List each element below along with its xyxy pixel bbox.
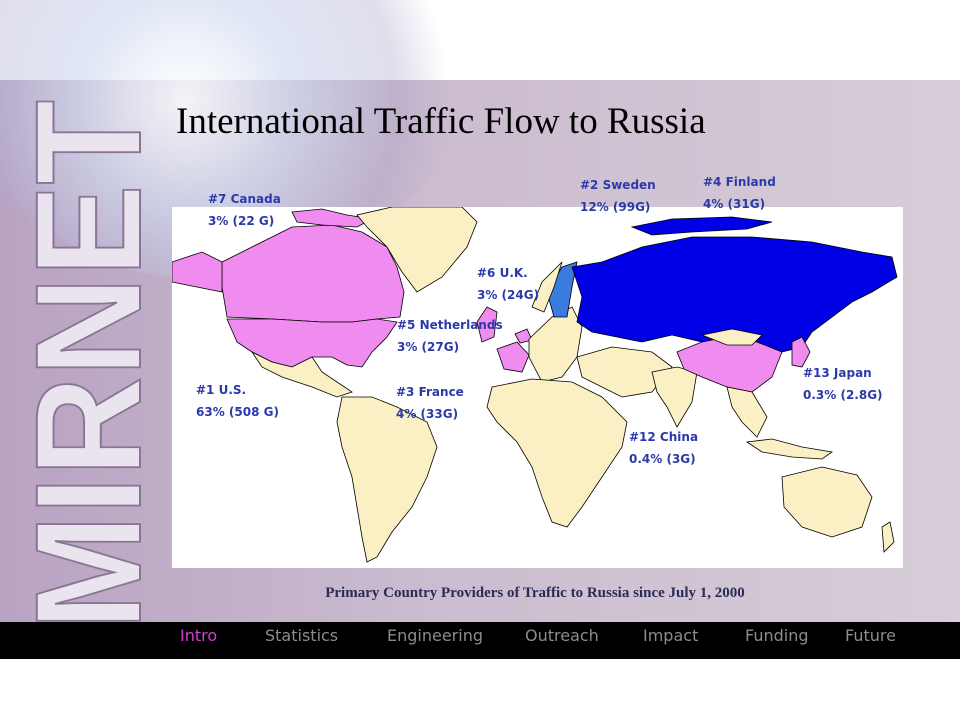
- label-usa: #1 U.S. 63% (508 G): [196, 379, 279, 423]
- label-canada-rank: #7 Canada: [208, 192, 281, 206]
- label-canada: #7 Canada 3% (22 G): [208, 188, 281, 232]
- label-france: #3 France 4% (33G): [396, 381, 464, 425]
- label-finland: #4 Finland 4% (31G): [703, 171, 776, 215]
- label-japan: #13 Japan 0.3% (2.8G): [803, 362, 883, 406]
- mirnet-logo: MIRNET: [15, 99, 155, 630]
- map-caption: Primary Country Providers of Traffic to …: [325, 585, 745, 601]
- nav-future[interactable]: Future: [845, 626, 896, 645]
- label-canada-value: 3% (22 G): [208, 214, 275, 228]
- label-china: #12 China 0.4% (3G): [629, 426, 698, 470]
- label-china-rank: #12 China: [629, 430, 699, 444]
- label-japan-value: 0.3% (2.8G): [803, 388, 883, 402]
- label-france-value: 4% (33G): [396, 407, 459, 421]
- label-usa-value: 63% (508 G): [196, 405, 279, 419]
- nav-engineering[interactable]: Engineering: [387, 626, 483, 645]
- label-netherlands: #5 Netherlands 3% (27G): [397, 314, 503, 358]
- label-uk-value: 3% (24G): [477, 288, 540, 302]
- slide-title: International Traffic Flow to Russia: [176, 101, 706, 142]
- label-netherlands-rank: #5 Netherlands: [397, 318, 503, 332]
- nav-intro[interactable]: Intro: [180, 626, 217, 645]
- label-uk-rank: #6 U.K.: [477, 266, 528, 280]
- label-finland-value: 4% (31G): [703, 197, 766, 211]
- nav-statistics[interactable]: Statistics: [265, 626, 338, 645]
- label-finland-rank: #4 Finland: [703, 175, 776, 189]
- svg-text:MIRNET: MIRNET: [15, 100, 155, 630]
- label-usa-rank: #1 U.S.: [196, 383, 247, 397]
- label-netherlands-value: 3% (27G): [397, 340, 460, 354]
- label-uk: #6 U.K. 3% (24G): [477, 262, 539, 306]
- label-france-rank: #3 France: [396, 385, 464, 399]
- nav-impact[interactable]: Impact: [643, 626, 698, 645]
- label-sweden: #2 Sweden 12% (99G): [580, 174, 656, 218]
- label-sweden-value: 12% (99G): [580, 200, 651, 214]
- label-japan-rank: #13 Japan: [803, 366, 872, 380]
- nav-funding[interactable]: Funding: [745, 626, 809, 645]
- label-sweden-rank: #2 Sweden: [580, 178, 656, 192]
- nav-outreach[interactable]: Outreach: [525, 626, 599, 645]
- label-china-value: 0.4% (3G): [629, 452, 696, 466]
